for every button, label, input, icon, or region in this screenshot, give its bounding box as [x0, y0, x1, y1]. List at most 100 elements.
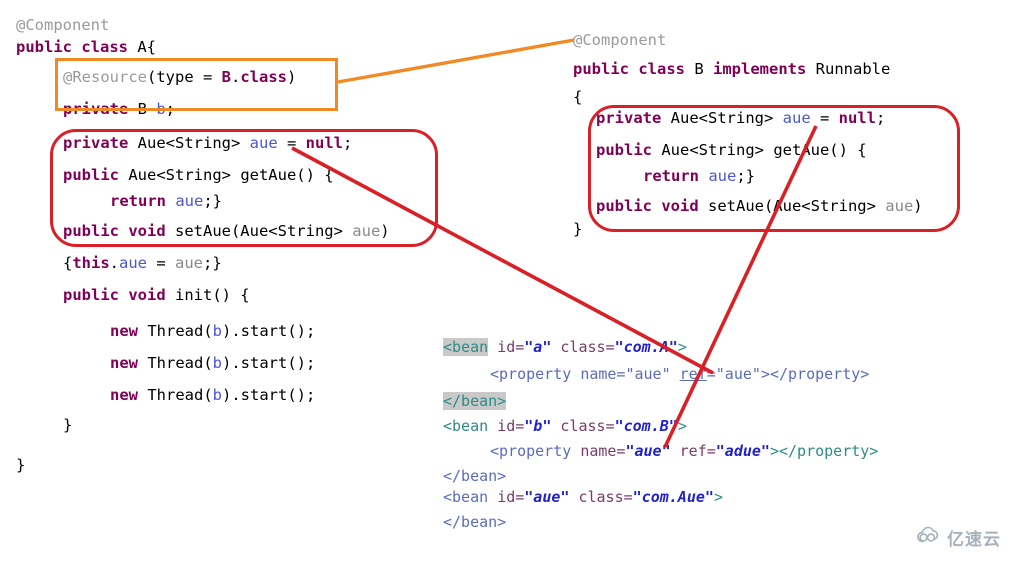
- code-token: "com.Aue": [632, 488, 714, 506]
- code-token: ;: [165, 100, 176, 118]
- code-token: aue: [175, 192, 204, 210]
- code-token: b: [156, 100, 166, 118]
- code-token: public: [596, 141, 652, 159]
- code-token: ): [287, 68, 297, 86]
- xml-line-7: <bean id="aue" class="com.Aue">: [443, 490, 723, 505]
- code-token: <property: [490, 365, 572, 383]
- code-token: </bean>: [443, 467, 507, 485]
- code-token: b: [212, 354, 222, 372]
- class-a-line-8: public void setAue(Aue<String> aue): [63, 222, 390, 240]
- code-token: "aue": [625, 442, 671, 460]
- code-token: return: [110, 192, 166, 210]
- code-token: </bean>: [443, 392, 507, 410]
- class-b-line-8: }: [573, 220, 583, 238]
- class-b-line-2: public class B implements Runnable: [573, 60, 890, 78]
- code-token: aue: [249, 134, 278, 152]
- class-a-line-12: new Thread(b).start();: [110, 354, 316, 372]
- cloud-icon: [916, 526, 942, 549]
- code-token: </property>: [779, 442, 879, 460]
- code-token: =: [706, 365, 716, 383]
- code-token: ).start();: [222, 386, 316, 404]
- code-token: Thread(: [138, 386, 213, 404]
- code-token: this: [72, 254, 110, 272]
- code-token: Aue<String>: [661, 109, 783, 127]
- code-token: .: [109, 254, 120, 272]
- class-b-line-6: return aue;}: [643, 167, 755, 185]
- class-a-line-10: public void init() {: [63, 286, 250, 304]
- watermark-text: 亿速云: [947, 530, 1001, 550]
- code-token: B: [221, 68, 231, 86]
- code-token: public void: [596, 197, 699, 215]
- code-token: id=: [497, 417, 525, 435]
- code-token: new: [110, 354, 138, 372]
- xml-line-4: <bean id="b" class="com.B">: [443, 419, 687, 434]
- code-token: Aue<String>: [128, 134, 250, 152]
- code-token: new: [110, 322, 138, 340]
- code-token: public void: [63, 286, 166, 304]
- xml-line-8: </bean>: [443, 515, 506, 530]
- code-token: ref: [679, 365, 707, 383]
- code-token: </property>: [769, 365, 870, 383]
- code-token: "b": [524, 417, 552, 435]
- xml-line-3: </bean>: [443, 392, 507, 410]
- code-token: =: [147, 254, 176, 272]
- code-token: return: [643, 167, 699, 185]
- class-a-line-2: public class A{: [16, 38, 156, 56]
- code-token: public class: [16, 38, 138, 56]
- code-token: b: [212, 386, 222, 404]
- code-token: ).start();: [222, 322, 316, 340]
- code-token: Aue<String> getAue() {: [652, 141, 867, 159]
- class-a-line-9: {this.aue = aue;}: [63, 254, 222, 272]
- code-token: class: [240, 68, 288, 86]
- code-token: @Component: [16, 16, 110, 34]
- code-token: "a": [524, 338, 552, 356]
- code-token: class=: [560, 338, 615, 356]
- code-token: >: [713, 488, 723, 506]
- watermark: 亿速云: [916, 525, 1001, 550]
- code-token: aue: [782, 109, 811, 127]
- code-token: setAue(Aue<String>: [698, 197, 886, 215]
- code-token: ;: [342, 134, 353, 152]
- code-token: public void: [63, 222, 166, 240]
- xml-line-5: <property name="aue" ref="adue"></proper…: [490, 444, 878, 459]
- code-token: {: [63, 254, 73, 272]
- code-token: ;: [875, 109, 886, 127]
- code-token: null: [305, 134, 343, 152]
- code-token: class=: [560, 417, 615, 435]
- code-token: aue: [175, 254, 204, 272]
- code-token: @Component: [573, 31, 667, 49]
- class-b-line-5: public Aue<String> getAue() {: [596, 141, 867, 159]
- code-token: ;}: [203, 254, 222, 272]
- code-token: B: [128, 100, 157, 118]
- code-token: ): [913, 197, 923, 215]
- class-a-line-3: @Resource(type = B.class): [63, 68, 297, 86]
- code-token: A{: [137, 38, 156, 56]
- code-token: <property: [490, 442, 572, 460]
- code-token: Aue<String> getAue() {: [119, 166, 334, 184]
- class-a-line-7: return aue;}: [110, 192, 222, 210]
- code-token: id=: [497, 488, 525, 506]
- code-token: }: [63, 416, 73, 434]
- code-token: ).start();: [222, 354, 316, 372]
- code-token: class=: [578, 488, 633, 506]
- code-token: }: [573, 220, 583, 238]
- class-b-line-4: private Aue<String> aue = null;: [596, 109, 886, 127]
- xml-line-1: <bean id="a" class="com.A">: [443, 338, 687, 356]
- code-token: init() {: [165, 286, 250, 304]
- class-a-line-6: public Aue<String> getAue() {: [63, 166, 334, 184]
- code-token: public class: [573, 60, 695, 78]
- code-token: id=: [497, 338, 525, 356]
- class-a-line-14: }: [63, 416, 73, 434]
- class-b-line-7: public void setAue(Aue<String> aue): [596, 197, 923, 215]
- code-token: Thread(: [138, 322, 213, 340]
- code-token: ): [380, 222, 390, 240]
- code-token: (type =: [147, 68, 222, 86]
- code-token: =: [277, 134, 306, 152]
- xml-line-6: </bean>: [443, 469, 506, 484]
- code-token: private: [596, 109, 662, 127]
- code-token: ref=: [679, 442, 716, 460]
- class-a-line-15: }: [16, 457, 25, 474]
